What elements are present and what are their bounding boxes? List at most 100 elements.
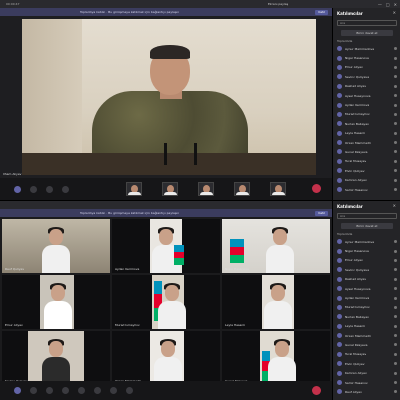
list-item[interactable]: Aynur Mammadova bbox=[337, 44, 397, 53]
more-icon[interactable] bbox=[62, 185, 69, 193]
mic-off-icon bbox=[394, 296, 397, 300]
list-item[interactable]: Orxan Mammadli bbox=[337, 331, 397, 340]
mic-off-icon bbox=[394, 159, 397, 163]
participant-tile[interactable]: Rauf Quliyev bbox=[2, 219, 110, 273]
list-item[interactable]: Tural Musayev bbox=[337, 157, 397, 166]
banner-join-button[interactable]: Katıl bbox=[315, 210, 328, 216]
close-icon[interactable]: ✕ bbox=[393, 203, 396, 208]
invite-button[interactable]: Birini davet et bbox=[341, 223, 393, 229]
mic-icon[interactable] bbox=[30, 185, 37, 193]
mic-off-icon bbox=[394, 65, 397, 69]
bottom-teams-window: Toplantıya katılın · Bu görüşmeye katılm… bbox=[0, 200, 400, 400]
list-item[interactable]: Gunel Rzayeva bbox=[337, 147, 397, 156]
share-icon[interactable] bbox=[46, 185, 53, 193]
participant-search-input[interactable]: Ara bbox=[337, 213, 397, 219]
banner-join-button[interactable]: Katıl bbox=[315, 9, 328, 15]
call-controls-bar bbox=[0, 381, 332, 400]
hangup-icon[interactable] bbox=[312, 184, 321, 193]
hangup-icon[interactable] bbox=[312, 386, 321, 395]
participants-panel: Katılımcılar ✕ Ara Birini davet et Topla… bbox=[332, 201, 400, 400]
minimize-icon[interactable]: — bbox=[378, 2, 382, 7]
mic-off-icon bbox=[394, 131, 397, 135]
list-item[interactable]: Elvin Quliyev bbox=[337, 359, 397, 368]
list-item[interactable]: Rashad Aliyev bbox=[337, 82, 397, 91]
close-icon[interactable]: ✕ bbox=[394, 2, 397, 7]
list-item[interactable]: Nigar Hasanova bbox=[337, 246, 397, 255]
list-item[interactable]: Gunel Rzayeva bbox=[337, 340, 397, 349]
list-item[interactable]: Nigar Hasanova bbox=[337, 53, 397, 62]
list-item[interactable]: Sevinc Quliyeva bbox=[337, 72, 397, 81]
participant-list: Aynur Mammadova Nigar Hasanova Elnur Ali… bbox=[337, 237, 397, 397]
list-item[interactable]: Rashad Aliyev bbox=[337, 275, 397, 284]
share-screen-label[interactable]: Ekranı paylaş bbox=[268, 2, 288, 6]
list-item[interactable]: Elnur Aliyev bbox=[337, 63, 397, 72]
raise-hand-icon[interactable] bbox=[78, 387, 85, 394]
window-controls: — □ ✕ bbox=[378, 2, 397, 7]
mic-icon[interactable] bbox=[30, 387, 37, 394]
share-icon[interactable] bbox=[46, 387, 53, 394]
list-item[interactable]: Leyla Hasanli bbox=[337, 129, 397, 138]
participant-thumbnail[interactable] bbox=[234, 182, 250, 196]
list-item[interactable]: Leyla Hasanli bbox=[337, 322, 397, 331]
avatar bbox=[337, 361, 342, 367]
invite-button[interactable]: Birini davet et bbox=[341, 30, 393, 36]
avatar bbox=[337, 102, 342, 108]
list-item[interactable]: Aysel Huseynova bbox=[337, 284, 397, 293]
avatar bbox=[337, 177, 342, 183]
participant-tile[interactable]: Aydan Kerimova bbox=[112, 219, 220, 273]
in-meeting-section[interactable]: Toplantıda bbox=[337, 232, 352, 236]
chat-icon[interactable] bbox=[94, 387, 101, 394]
list-item[interactable]: Nurlan Babayev bbox=[337, 119, 397, 128]
participant-thumbnail[interactable] bbox=[270, 182, 286, 196]
participant-tile[interactable]: Murad Ismayilov bbox=[112, 275, 220, 329]
participant-thumbnail[interactable] bbox=[126, 182, 142, 196]
list-item[interactable]: Aydan Kerimova bbox=[337, 100, 397, 109]
list-item[interactable]: Murad Ismayilov bbox=[337, 303, 397, 312]
participant-search-input[interactable]: Ara bbox=[337, 20, 397, 26]
microphone-right bbox=[194, 143, 197, 165]
list-item[interactable]: Tural Musayev bbox=[337, 350, 397, 359]
list-item[interactable]: Aynur Mammadova bbox=[337, 237, 397, 246]
reactions-icon[interactable] bbox=[126, 387, 133, 394]
tile-name: Nigar Hasanova bbox=[225, 267, 249, 271]
avatar bbox=[337, 64, 342, 70]
mic-off-icon bbox=[394, 141, 397, 145]
more-icon[interactable] bbox=[62, 387, 69, 394]
banner-text: Toplantıya katılın · Bu görüşmeye katılm… bbox=[80, 10, 180, 14]
list-item[interactable]: Aysel Huseynova bbox=[337, 91, 397, 100]
maximize-icon[interactable]: □ bbox=[386, 2, 390, 7]
mic-off-icon bbox=[394, 381, 397, 385]
meeting-banner: Toplantıya katılın · Bu görüşmeye katılm… bbox=[0, 8, 332, 16]
list-item[interactable]: Rauf Aliyev bbox=[337, 387, 397, 396]
list-item[interactable]: Aydan Kerimova bbox=[337, 293, 397, 302]
in-meeting-section[interactable]: Toplantıda bbox=[337, 39, 352, 43]
list-item[interactable]: Murad Ismayilov bbox=[337, 110, 397, 119]
list-item[interactable]: Elvin Quliyev bbox=[337, 166, 397, 175]
mic-off-icon bbox=[394, 178, 397, 182]
list-item[interactable]: Kamran Aliyev bbox=[337, 175, 397, 184]
avatar bbox=[337, 149, 342, 155]
participant-tile[interactable]: Orxan Mammadli bbox=[112, 331, 220, 385]
list-item[interactable]: Nurlan Babayev bbox=[337, 312, 397, 321]
participant-thumbnail[interactable] bbox=[162, 182, 178, 196]
list-item[interactable]: Kamran Aliyev bbox=[337, 368, 397, 377]
participant-tile[interactable]: Gunel Rzayeva bbox=[222, 331, 330, 385]
video-icon[interactable] bbox=[14, 387, 21, 394]
avatar bbox=[337, 111, 342, 117]
list-item[interactable]: Sevinc Quliyeva bbox=[337, 265, 397, 274]
panel-title: Katılımcılar bbox=[337, 204, 363, 209]
participant-tile[interactable]: Elnur Aliyev bbox=[2, 275, 110, 329]
list-item[interactable]: Elnur Aliyev bbox=[337, 256, 397, 265]
participant-thumbnail[interactable] bbox=[198, 182, 214, 196]
mic-off-icon bbox=[394, 334, 397, 338]
participant-tile[interactable]: Sevinc Quliyeva bbox=[2, 331, 110, 385]
list-item[interactable]: Samir Hasanov bbox=[337, 185, 397, 194]
participant-tile[interactable]: Nigar Hasanova bbox=[222, 219, 330, 273]
list-item[interactable]: Samir Hasanov bbox=[337, 378, 397, 387]
video-icon[interactable] bbox=[14, 185, 21, 193]
mic-off-icon bbox=[394, 343, 397, 347]
list-item[interactable]: Orxan Mammadli bbox=[337, 138, 397, 147]
participant-tile[interactable]: Leyla Hasanli bbox=[222, 275, 330, 329]
participants-icon[interactable] bbox=[110, 387, 117, 394]
close-icon[interactable]: ✕ bbox=[393, 10, 396, 15]
